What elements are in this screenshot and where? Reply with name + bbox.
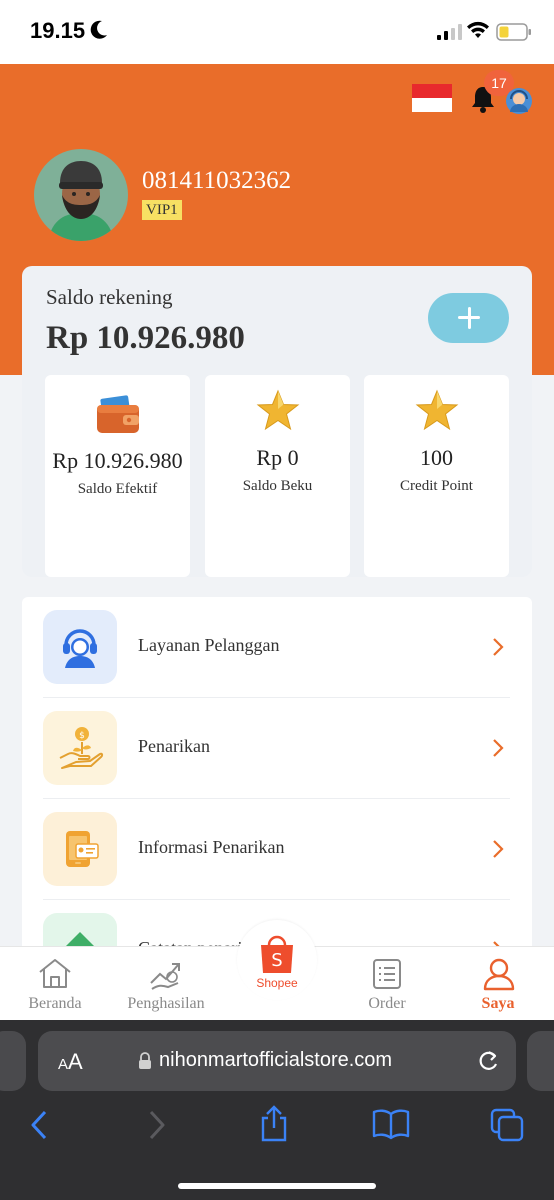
top-up-button[interactable] — [428, 293, 509, 343]
indonesia-flag-icon[interactable] — [412, 84, 452, 112]
user-avatar-illustration-icon — [48, 161, 114, 241]
nav-profile[interactable]: Saya — [466, 947, 530, 1021]
phone-card-icon — [66, 831, 99, 867]
menu-item-withdraw-info[interactable]: Informasi Penarikan — [22, 799, 532, 900]
home-icon — [39, 959, 71, 988]
star-icon — [415, 389, 458, 431]
wifi-icon — [467, 21, 489, 38]
stat-label: Saldo Efektif — [77, 481, 158, 497]
menu-item-label: Informasi Penarikan — [138, 837, 285, 857]
status-bar: 19.15 — [0, 0, 554, 64]
wallet-icon — [96, 395, 139, 433]
moon-icon — [90, 20, 107, 39]
share-icon[interactable] — [258, 1104, 290, 1142]
nav-order[interactable]: Order — [346, 947, 428, 1021]
customer-service-icon — [63, 629, 97, 668]
svg-text:$: $ — [79, 731, 85, 741]
nav-label: Saya — [481, 995, 515, 1012]
menu-item-label: Penarikan — [138, 736, 210, 756]
shopee-bag-icon[interactable]: S — [258, 933, 296, 975]
vip-badge: VIP1 — [142, 200, 182, 220]
user-phone-number: 081411032362 — [142, 167, 292, 194]
back-arrow-icon[interactable] — [28, 1108, 50, 1142]
avatar[interactable] — [34, 149, 128, 241]
nav-label: Beranda — [28, 995, 82, 1012]
stat-credit-point[interactable]: 100 Credit Point — [364, 375, 509, 577]
stat-value: Rp 10.926.980 — [52, 448, 183, 473]
chevron-right-icon — [493, 638, 504, 656]
url-text: nihonmartofficialstore.com — [159, 1049, 393, 1071]
nav-label: Order — [368, 995, 406, 1012]
stat-value: Rp 0 — [256, 445, 299, 470]
balance-label: Saldo rekening — [46, 285, 173, 309]
tabs-icon[interactable] — [490, 1108, 524, 1142]
income-icon — [150, 963, 180, 990]
balance-amount: Rp 10.926.980 — [46, 320, 245, 356]
shopee-label: Shopee — [256, 976, 298, 990]
stat-label: Saldo Beku — [242, 478, 313, 494]
battery-icon — [496, 23, 531, 41]
withdraw-coin-hand-icon: $ — [59, 727, 104, 769]
bookmarks-icon[interactable] — [372, 1108, 410, 1140]
stat-saldo-efektif[interactable]: Rp 10.926.980 Saldo Efektif — [45, 375, 190, 577]
svg-text:S: S — [271, 950, 282, 971]
reload-icon[interactable] — [476, 1047, 500, 1073]
reader-settings-button[interactable]: AA — [58, 1049, 83, 1075]
menu-item-customer-service[interactable]: Layanan Pelanggan — [22, 597, 532, 698]
stat-value: 100 — [420, 445, 453, 470]
menu-item-withdraw[interactable]: $ Penarikan — [22, 698, 532, 799]
support-agent-icon[interactable] — [504, 86, 534, 116]
stat-saldo-beku[interactable]: Rp 0 Saldo Beku — [205, 375, 350, 577]
home-indicator — [178, 1183, 376, 1189]
menu-item-label: Layanan Pelanggan — [138, 635, 280, 655]
nav-label: Penghasilan — [127, 995, 205, 1012]
user-icon — [483, 958, 515, 991]
nav-home[interactable]: Beranda — [20, 947, 90, 1021]
chevron-right-icon — [493, 840, 504, 858]
chevron-right-icon — [493, 739, 504, 757]
star-icon — [256, 389, 299, 431]
status-time: 19.15 — [30, 18, 86, 43]
forward-arrow-icon[interactable] — [146, 1108, 168, 1142]
account-menu: Layanan Pelanggan $ Penarikan Informasi … — [22, 597, 532, 957]
nav-income[interactable]: Penghasilan — [118, 947, 214, 1021]
lock-icon — [139, 1052, 151, 1069]
order-list-icon — [373, 959, 401, 989]
next-tab-preview[interactable] — [527, 1031, 554, 1091]
previous-tab-preview[interactable] — [0, 1031, 26, 1091]
cellular-signal-icon — [437, 24, 462, 40]
stat-label: Credit Point — [400, 478, 473, 494]
